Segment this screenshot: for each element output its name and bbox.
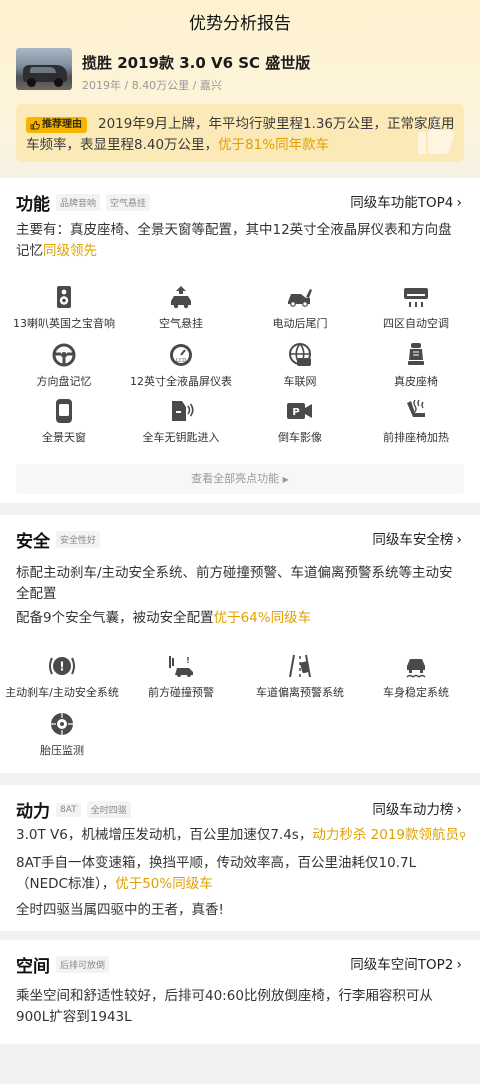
safety-rank-link[interactable]: 同级车安全榜 › <box>372 528 462 548</box>
feature-item[interactable]: 13喇叭英国之宝音响 <box>4 284 124 331</box>
page-title: 优势分析报告 <box>189 14 291 34</box>
stability-control-icon <box>406 659 426 678</box>
chevron-right-icon: › <box>456 195 462 211</box>
power-transmission-desc: 8AT手自一体变速箱，换挡平顺，传动效率高，百公里油耗仅10.7L（NEDC标准… <box>16 855 417 892</box>
tire-pressure-icon <box>51 713 73 735</box>
car-meta: 2019年 / 8.40万公里 / 嘉兴 <box>82 79 222 92</box>
chevron-right-icon: › <box>456 802 462 818</box>
power-tag: 全时四驱 <box>86 801 131 818</box>
safety-item[interactable]: 车身稳定系统 <box>356 653 476 700</box>
hero-header: 优势分析报告 揽胜 2019款 3.0 V6 SC 盛世版 2019年 / 8.… <box>0 0 480 178</box>
space-tag: 后排可放倒 <box>56 956 110 973</box>
leather-seat-icon <box>408 343 424 365</box>
sunroof-icon <box>56 399 72 423</box>
function-top-link[interactable]: 同级车功能TOP4 › <box>350 191 462 211</box>
space-title: 空间 <box>16 957 50 977</box>
climate-icon <box>404 288 428 307</box>
function-card: 功能 品牌音响 空气悬挂 同级车功能TOP4 › 主要有：真皮座椅、全景天窗等配置… <box>0 178 480 503</box>
keyless-entry-icon <box>172 401 194 421</box>
function-desc: 主要有：真皮座椅、全景天窗等配置，其中12英寸全液晶屏仪表和方向盘记忆同级领先 <box>16 222 452 259</box>
car-thumbnail[interactable] <box>16 48 72 90</box>
safety-item[interactable]: 胎压监测 <box>2 711 122 758</box>
space-desc: 乘坐空间和舒适性较好，后排可40:60比例放倒座椅，行李厢容积可从900L扩容到… <box>16 988 433 1025</box>
safety-tag: 安全性好 <box>56 531 101 548</box>
air-suspension-icon <box>171 286 191 309</box>
function-tag: 空气悬挂 <box>106 194 151 211</box>
feature-item[interactable]: 电动后尾门 <box>240 284 360 331</box>
feature-item[interactable]: 空气悬挂 <box>121 284 241 331</box>
recommend-text: 2019年9月上牌，年平均行驶里程1.36万公里，正常家庭用车频率，表显里程8.… <box>26 116 455 153</box>
safety-card: 安全 安全性好 同级车安全榜 › 标配主动刹车/主动安全系统、前方碰撞预警、车道偏… <box>0 515 480 773</box>
safety-item[interactable]: ! 主动刹车/主动安全系统 <box>2 653 122 700</box>
lane-departure-icon <box>289 654 311 678</box>
svg-text:P: P <box>292 407 299 418</box>
feature-item[interactable]: 全景天窗 <box>4 398 124 445</box>
collision-warning-icon: ! <box>169 656 193 677</box>
seat-heating-icon <box>407 399 425 417</box>
recommend-highlight: 优于81%同年款车 <box>218 137 330 153</box>
active-brake-icon: ! <box>49 657 75 675</box>
feature-item[interactable]: P 倒车影像 <box>240 398 360 445</box>
power-card: 动力 8AT 全时四驱 同级车动力榜 › 3.0T V6，机械增压发动机，百公里加… <box>0 785 480 931</box>
view-all-features-button[interactable]: 查看全部亮点功能 ▶ <box>16 464 464 494</box>
svg-text:!: ! <box>186 656 190 665</box>
search-icon: ⚲ <box>459 831 467 842</box>
safety-airbag-desc: 配备9个安全气囊，被动安全配置优于64%同级车 <box>16 610 312 626</box>
speaker-icon <box>57 286 71 308</box>
feature-item[interactable]: 全车无钥匙进入 <box>121 398 241 445</box>
power-tailgate-icon <box>288 289 312 307</box>
triangle-right-icon: ▶ <box>282 475 289 484</box>
car-name: 揽胜 2019款 3.0 V6 SC 盛世版 <box>82 54 311 72</box>
safety-item[interactable]: ! 前方碰撞预警 <box>121 653 241 700</box>
power-engine-desc: 3.0T V6，机械增压发动机，百公里加速仅7.4s，动力秒杀 2019款领航员… <box>16 827 467 843</box>
svg-text:LCD: LCD <box>176 358 186 364</box>
safety-desc: 标配主动刹车/主动安全系统、前方碰撞预警、车道偏离预警系统等主动安全配置 <box>16 565 453 602</box>
chevron-right-icon: › <box>456 957 462 973</box>
space-card: 空间 后排可放倒 同级车空间TOP2 › 乘坐空间和舒适性较好，后排可40:60比… <box>0 940 480 1044</box>
steering-wheel-icon <box>52 343 76 367</box>
power-rank-link[interactable]: 同级车动力榜 › <box>372 798 462 818</box>
power-4wd-desc: 全时四驱当属四驱中的王者，真香! <box>16 902 224 918</box>
feature-item[interactable]: LCD 12英寸全液晶屏仪表 <box>121 342 241 389</box>
chevron-right-icon: › <box>456 532 462 548</box>
lcd-gauge-icon: LCD <box>170 344 192 366</box>
function-title: 功能 <box>16 195 50 215</box>
svg-text:!: ! <box>59 660 64 674</box>
feature-item[interactable]: 方向盘记忆 <box>4 342 124 389</box>
recommend-box: 推荐理由 2019年9月上牌，年平均行驶里程1.36万公里，正常家庭用车频率，表… <box>16 104 464 162</box>
function-tag: 品牌音响 <box>56 194 101 211</box>
parking-camera-icon: P <box>287 403 312 419</box>
safety-title: 安全 <box>16 532 50 552</box>
connected-car-icon <box>289 343 311 366</box>
safety-item[interactable]: 车道偏离预警系统 <box>240 653 360 700</box>
feature-item[interactable]: 前排座椅加热 <box>356 398 476 445</box>
feature-item[interactable]: 车联网 <box>240 342 360 389</box>
feature-item[interactable]: 真皮座椅 <box>356 342 476 389</box>
space-top-link[interactable]: 同级车空间TOP2 › <box>350 953 462 973</box>
power-tag: 8AT <box>56 802 81 817</box>
power-title: 动力 <box>16 802 50 822</box>
feature-item[interactable]: 四区自动空调 <box>356 284 476 331</box>
